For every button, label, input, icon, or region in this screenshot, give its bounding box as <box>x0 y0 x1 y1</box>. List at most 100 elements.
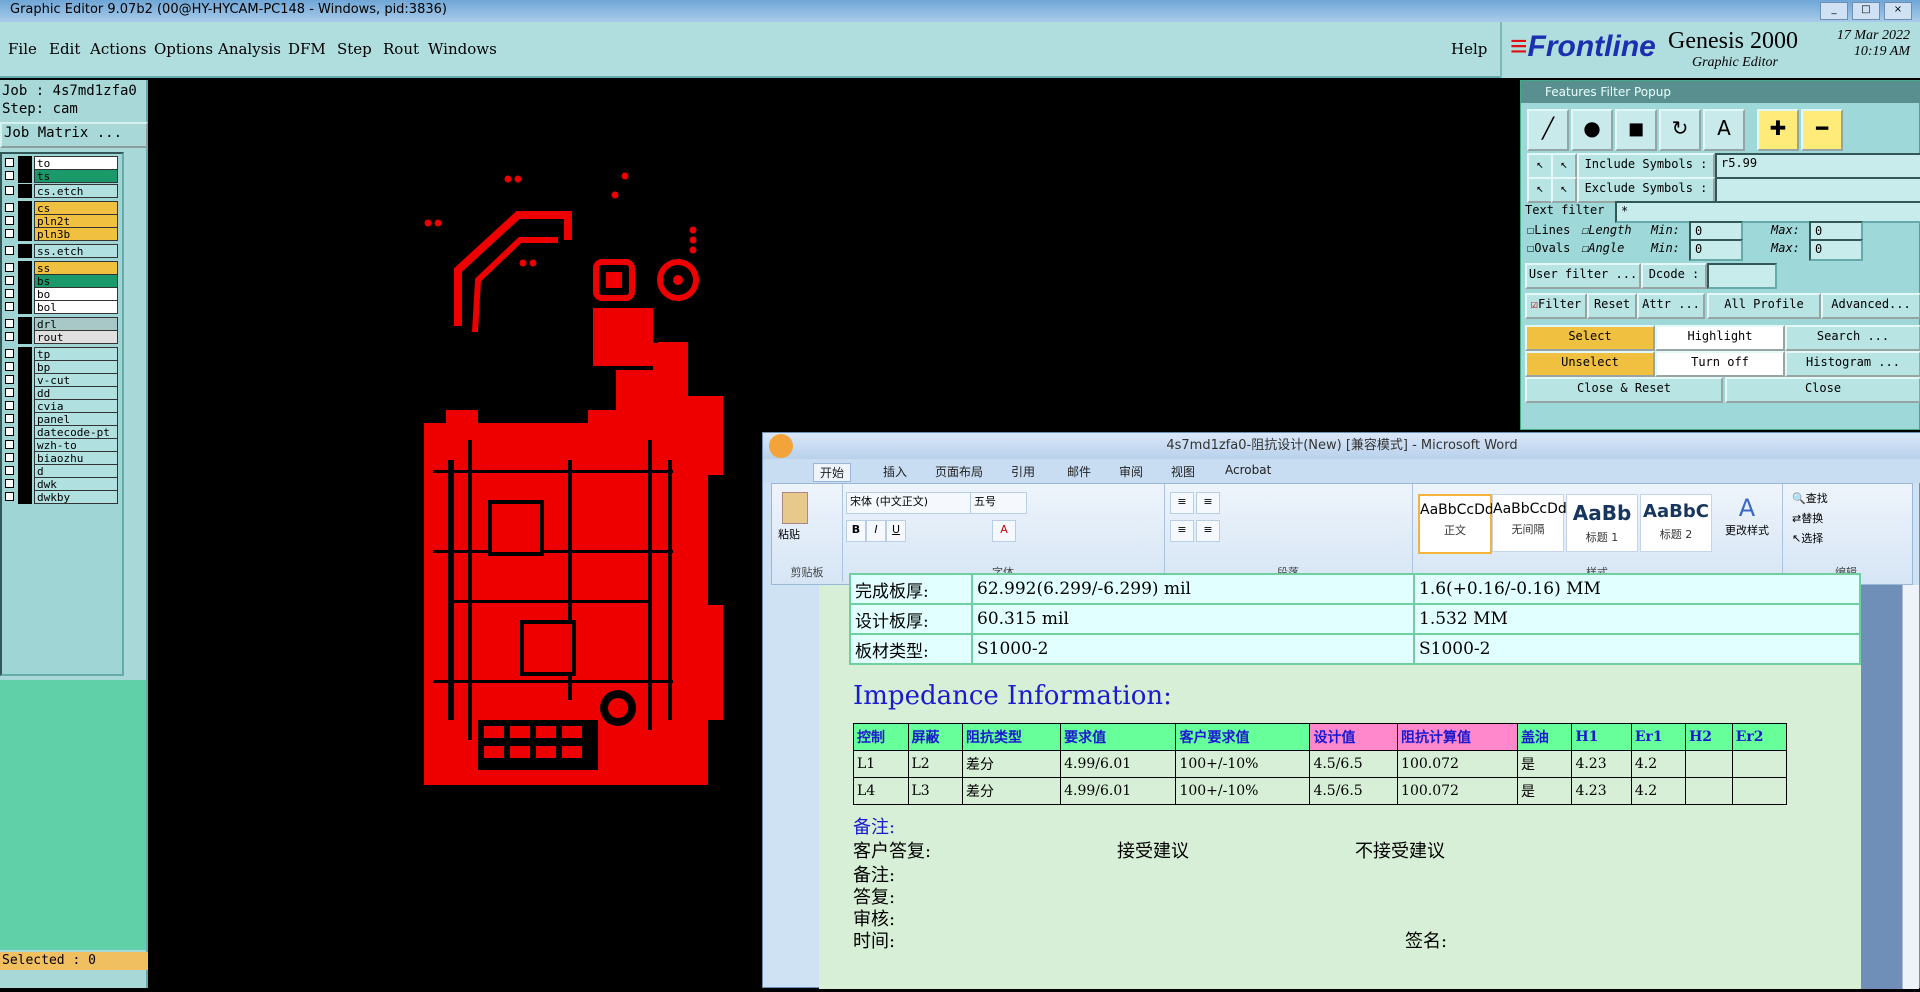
reset-button[interactable]: Reset <box>1587 293 1637 319</box>
layer-name[interactable]: pln3b <box>34 227 118 241</box>
document-page[interactable]: 完成板厚: 62.992(6.299/-6.299) mil 1.6(+0.16… <box>819 573 1861 989</box>
tab-references[interactable]: 引用 <box>1011 463 1035 480</box>
layer-name[interactable]: pln2t <box>34 214 118 228</box>
layer-row[interactable]: cvia <box>2 399 120 413</box>
length-checkbox[interactable]: ☐Length <box>1581 221 1632 239</box>
minimize-button[interactable]: _ <box>1820 2 1848 20</box>
layer-color-swatch[interactable] <box>18 214 32 228</box>
advanced-button[interactable]: Advanced... <box>1821 293 1920 319</box>
menu-file[interactable]: File <box>8 40 37 58</box>
layer-checkbox[interactable] <box>5 332 14 341</box>
angle-min-field[interactable]: 0 <box>1689 239 1743 261</box>
layer-name[interactable]: ss <box>34 261 118 275</box>
layer-row[interactable]: ss <box>2 261 120 275</box>
line-tool-button[interactable]: ╱ <box>1527 109 1569 151</box>
attr-button[interactable]: Attr ... <box>1637 293 1705 319</box>
pad-tool-button[interactable]: ● <box>1571 109 1613 151</box>
tab-acrobat[interactable]: Acrobat <box>1225 463 1271 477</box>
layer-name[interactable]: bo <box>34 287 118 301</box>
find-button[interactable]: 🔍查找 <box>1792 490 1828 506</box>
align-left-button[interactable]: ≡ <box>1170 520 1194 542</box>
layer-color-swatch[interactable] <box>18 360 32 374</box>
layer-color-swatch[interactable] <box>18 425 32 439</box>
turn-off-button[interactable]: Turn off <box>1655 351 1785 377</box>
exclude-symbols-field[interactable] <box>1715 177 1920 203</box>
style-no-spacing[interactable]: AaBbCcDd 无间隔 <box>1492 494 1567 552</box>
font-color-button[interactable]: A <box>992 520 1016 542</box>
layer-checkbox[interactable] <box>5 440 14 449</box>
layer-row[interactable]: ts <box>2 169 120 183</box>
menu-options[interactable]: Options <box>154 40 213 58</box>
all-profile-dropdown[interactable]: All Profile <box>1707 293 1821 319</box>
style-heading-2[interactable]: AaBbC 标题 2 <box>1640 494 1712 552</box>
menu-rout[interactable]: Rout <box>383 40 419 58</box>
layer-checkbox[interactable] <box>5 246 14 255</box>
underline-button[interactable]: U <box>886 520 906 542</box>
layer-checkbox[interactable] <box>5 453 14 462</box>
layer-color-swatch[interactable] <box>18 330 32 344</box>
layer-color-swatch[interactable] <box>18 169 32 183</box>
layer-row[interactable]: pln3b <box>2 227 120 241</box>
layer-checkbox[interactable] <box>5 388 14 397</box>
layer-name[interactable]: tp <box>34 347 118 361</box>
exclude-symbols-button[interactable]: Exclude Symbols : <box>1577 177 1715 203</box>
layer-checkbox[interactable] <box>5 375 14 384</box>
text-filter-field[interactable]: * <box>1615 201 1920 223</box>
vertical-scrollbar[interactable] <box>1902 585 1919 989</box>
align-center-button[interactable]: ≡ <box>1196 520 1220 542</box>
layer-name[interactable]: bol <box>34 300 118 314</box>
layer-checkbox[interactable] <box>5 466 14 475</box>
style-heading-1[interactable]: AaBb 标题 1 <box>1566 494 1638 552</box>
layer-row[interactable]: biaozhu <box>2 451 120 465</box>
layer-color-swatch[interactable] <box>18 184 32 198</box>
paste-icon[interactable] <box>782 492 808 524</box>
layer-row[interactable]: tp <box>2 347 120 361</box>
font-size-select[interactable]: 五号 <box>970 492 1027 514</box>
exclude-pick2-button[interactable]: ↖ <box>1551 177 1577 203</box>
layer-name[interactable]: ts <box>34 169 118 183</box>
office-button[interactable] <box>769 434 793 458</box>
layer-row[interactable]: v-cut <box>2 373 120 387</box>
layer-color-swatch[interactable] <box>18 261 32 275</box>
layer-name[interactable]: dwkby <box>34 490 118 504</box>
highlight-button[interactable]: Highlight <box>1655 325 1785 351</box>
layer-checkbox[interactable] <box>5 319 14 328</box>
layer-checkbox[interactable] <box>5 203 14 212</box>
dcode-field[interactable] <box>1707 263 1777 289</box>
ovals-checkbox[interactable]: ☐Ovals <box>1527 239 1570 257</box>
layer-checkbox[interactable] <box>5 158 14 167</box>
layer-row[interactable]: cs.etch <box>2 184 120 198</box>
layer-row[interactable]: dd <box>2 386 120 400</box>
layer-name[interactable]: to <box>34 156 118 170</box>
layer-color-swatch[interactable] <box>18 347 32 361</box>
layer-color-swatch[interactable] <box>18 373 32 387</box>
tab-mailings[interactable]: 邮件 <box>1067 463 1091 480</box>
bold-button[interactable]: B <box>846 520 866 542</box>
layer-row[interactable]: wzh-to <box>2 438 120 452</box>
positive-polarity-button[interactable]: ✚ <box>1757 109 1799 151</box>
layer-checkbox[interactable] <box>5 171 14 180</box>
layer-name[interactable]: cs <box>34 201 118 215</box>
angle-checkbox[interactable]: ☐Angle <box>1581 239 1624 257</box>
style-normal[interactable]: AaBbCcDd 正文 <box>1418 494 1494 554</box>
layer-row[interactable]: rout <box>2 330 120 344</box>
layer-name[interactable]: d <box>34 464 118 478</box>
exclude-pick-button[interactable]: ↖ <box>1527 177 1553 203</box>
layer-name[interactable]: biaozhu <box>34 451 118 465</box>
layer-checkbox[interactable] <box>5 186 14 195</box>
layer-name[interactable]: dd <box>34 386 118 400</box>
layer-checkbox[interactable] <box>5 414 14 423</box>
layer-color-swatch[interactable] <box>18 477 32 491</box>
layer-row[interactable]: to <box>2 156 120 170</box>
menu-actions[interactable]: Actions <box>90 40 146 58</box>
menu-help[interactable]: Help <box>1451 40 1487 58</box>
histogram-button[interactable]: Histogram ... <box>1785 351 1920 377</box>
numbering-button[interactable]: ≡ <box>1196 492 1220 514</box>
layer-name[interactable]: v-cut <box>34 373 118 387</box>
layer-checkbox[interactable] <box>5 302 14 311</box>
layer-name[interactable]: drl <box>34 317 118 331</box>
layer-color-swatch[interactable] <box>18 300 32 314</box>
lines-checkbox[interactable]: ☐Lines <box>1527 221 1570 239</box>
layer-row[interactable]: bol <box>2 300 120 314</box>
layer-name[interactable]: datecode-pt <box>34 425 118 439</box>
